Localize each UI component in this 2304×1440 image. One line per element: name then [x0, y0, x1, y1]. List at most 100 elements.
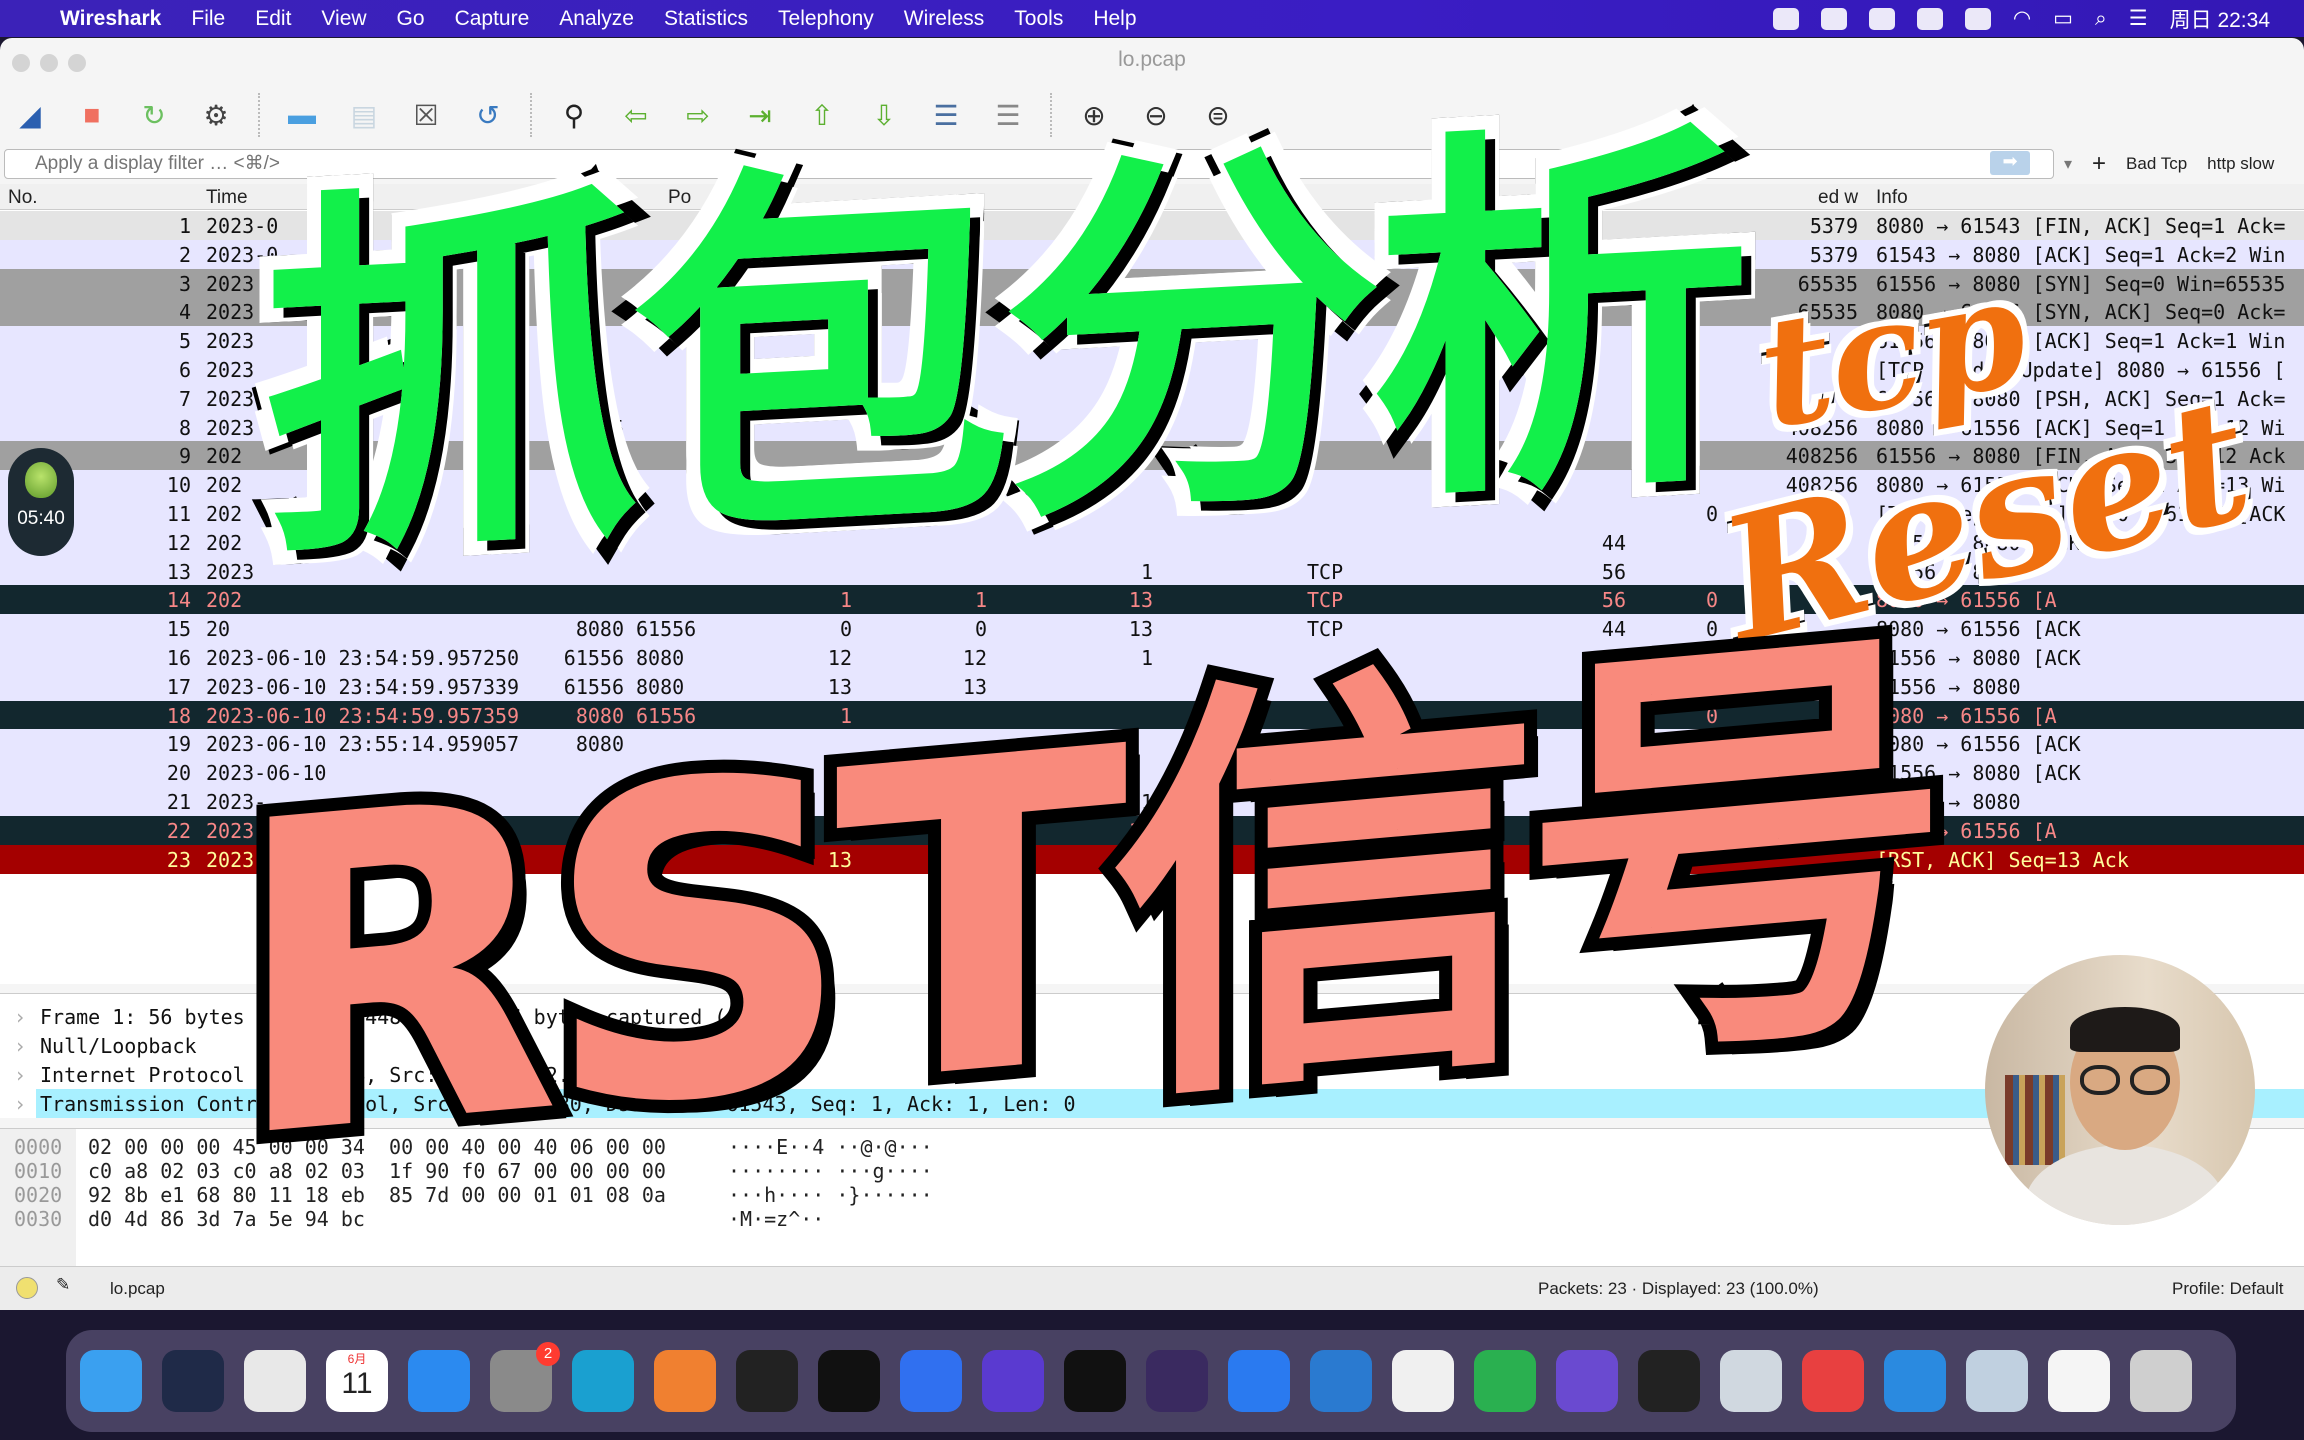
dock-wechat-icon[interactable]: [1474, 1350, 1536, 1412]
dock-cloud-app-icon[interactable]: [162, 1350, 224, 1412]
column-header-no[interactable]: No.: [8, 187, 38, 209]
chevron-right-icon[interactable]: ›: [14, 1063, 26, 1087]
shark-fin-start-icon[interactable]: ◢: [10, 95, 50, 135]
edit-comment-icon[interactable]: ✎: [56, 1275, 70, 1295]
cell-no: 3: [178, 271, 191, 296]
menu-go[interactable]: Go: [397, 7, 425, 31]
dock-edge-icon[interactable]: [572, 1350, 634, 1412]
cell-time: 202: [206, 473, 243, 498]
cell-time: 2023: [206, 358, 255, 382]
tools-tray-icon[interactable]: [1868, 7, 1895, 30]
dock-chrome-icon[interactable]: [1392, 1350, 1454, 1412]
column-header-window[interactable]: ed w: [1818, 187, 1858, 209]
cell-time: 2023-: [206, 386, 267, 411]
status-packet-count: Packets: 23 · Displayed: 23 (100.0%): [1538, 1279, 1819, 1298]
byte-offset: 0020: [14, 1183, 63, 1207]
notification-badge: 2: [536, 1342, 560, 1366]
dock-system-settings-icon[interactable]: 2: [490, 1342, 560, 1412]
filter-button-http-slow[interactable]: http slow: [2207, 154, 2274, 174]
control-center-icon[interactable]: ☰: [2129, 6, 2148, 31]
dock-capcut-icon[interactable]: [1638, 1350, 1700, 1412]
dock-textedit-icon[interactable]: [2048, 1350, 2110, 1412]
chevron-right-icon[interactable]: ›: [14, 1092, 26, 1116]
dock-launchpad-icon[interactable]: [244, 1350, 306, 1412]
menu-statistics[interactable]: Statistics: [664, 7, 748, 31]
menu-tools[interactable]: Tools: [1014, 7, 1063, 31]
app-tray-icon[interactable]: [1820, 7, 1847, 30]
leaf-icon: [25, 462, 57, 498]
keyboard-tray-icon[interactable]: [1964, 7, 1991, 30]
cell-no: 8: [178, 415, 191, 440]
battery-icon[interactable]: ▭: [2053, 6, 2073, 31]
restart-capture-icon[interactable]: ↻: [134, 95, 174, 135]
menu-edit[interactable]: Edit: [255, 7, 291, 31]
toolbar-separator: [258, 93, 260, 137]
cell-time: 202: [206, 502, 243, 526]
recording-timer-widget: 05:40: [8, 448, 74, 556]
dock-activity-app-icon[interactable]: [736, 1350, 798, 1412]
column-header-info[interactable]: Info: [1876, 187, 1908, 209]
dock-stocks-app-icon[interactable]: [818, 1350, 880, 1412]
chevron-right-icon[interactable]: ›: [14, 1005, 26, 1029]
bell-tray-icon[interactable]: [1916, 7, 1943, 30]
capture-options-icon[interactable]: ⚙: [196, 95, 236, 135]
apply-filter-arrow-icon[interactable]: ➡: [1990, 151, 2030, 175]
dock-vscode-icon[interactable]: [1310, 1350, 1372, 1412]
dock-finder-icon[interactable]: [80, 1350, 142, 1412]
dock-obsidian-icon[interactable]: [1556, 1350, 1618, 1412]
cell-no: 21: [166, 790, 191, 814]
dock-datagrip-icon[interactable]: [1146, 1350, 1208, 1412]
dock-terminal-icon[interactable]: [1064, 1350, 1126, 1412]
dock-wireshark-icon[interactable]: [1884, 1350, 1946, 1412]
menu-telephony[interactable]: Telephony: [778, 7, 874, 31]
cell-no: 5: [178, 329, 191, 354]
cell-time: 2023: [206, 300, 255, 325]
dock-netease-music-icon[interactable]: [1802, 1350, 1864, 1412]
bookshelf: [2005, 1075, 2065, 1165]
glasses-left: [2080, 1065, 2120, 1095]
dock-feishu-icon[interactable]: [900, 1350, 962, 1412]
spotlight-icon[interactable]: ⌕: [2095, 7, 2107, 31]
expert-info-indicator-icon[interactable]: [16, 1277, 38, 1299]
wifi-icon[interactable]: ◠: [2013, 6, 2031, 31]
menu-file[interactable]: File: [191, 7, 225, 31]
cell-info: 8080 → 61543 [FIN, ACK] Seq=1 Ack=: [1876, 214, 2286, 238]
cell-time: 202: [206, 444, 243, 469]
cell-no: 1: [178, 214, 191, 238]
menubar-clock[interactable]: 周日 22:34: [2170, 4, 2270, 34]
calendar-month: 6月: [347, 1352, 367, 1366]
cell-time: 202: [206, 588, 243, 613]
menu-help[interactable]: Help: [1093, 7, 1136, 31]
menu-app-name[interactable]: Wireshark: [60, 7, 161, 31]
stop-capture-icon[interactable]: ■: [72, 95, 112, 135]
add-filter-button[interactable]: +: [2092, 150, 2106, 178]
wechat-tray-icon[interactable]: [1772, 7, 1799, 30]
byte-offset: 0000: [14, 1135, 63, 1159]
column-header-time[interactable]: Time: [206, 187, 248, 209]
chevron-right-icon[interactable]: ›: [14, 1034, 26, 1058]
dock-maps-pin-icon[interactable]: [1228, 1350, 1290, 1412]
dock-calendar-icon[interactable]: 6月 11: [326, 1350, 388, 1412]
dock-trash-icon[interactable]: [2130, 1350, 2192, 1412]
timer-value: 05:40: [17, 508, 65, 529]
dock-goland-icon[interactable]: [982, 1350, 1044, 1412]
dock-pen-app-icon[interactable]: [654, 1350, 716, 1412]
cell-time: 20: [206, 617, 231, 642]
status-bar: ✎ lo.pcap Packets: 23 · Displayed: 23 (1…: [0, 1266, 2304, 1310]
calendar-day: 11: [341, 1367, 373, 1400]
menu-wireless[interactable]: Wireless: [904, 7, 985, 31]
cell-no: 17: [166, 674, 191, 699]
dock-preview-icon[interactable]: [1966, 1350, 2028, 1412]
menu-analyze[interactable]: Analyze: [559, 7, 634, 31]
filter-history-dropdown[interactable]: ▾: [2064, 154, 2072, 174]
dock: 6月 11 2: [66, 1330, 2236, 1432]
menu-view[interactable]: View: [321, 7, 366, 31]
dock-app-store-icon[interactable]: [408, 1350, 470, 1412]
glasses-right: [2130, 1065, 2170, 1095]
status-profile[interactable]: Profile: Default: [2172, 1279, 2284, 1299]
status-file-name: lo.pcap: [110, 1279, 165, 1298]
cell-no: 7: [178, 386, 191, 411]
menu-capture[interactable]: Capture: [455, 7, 530, 31]
filter-button-bad-tcp[interactable]: Bad Tcp: [2126, 154, 2187, 174]
dock-quicktime-icon[interactable]: [1720, 1350, 1782, 1412]
